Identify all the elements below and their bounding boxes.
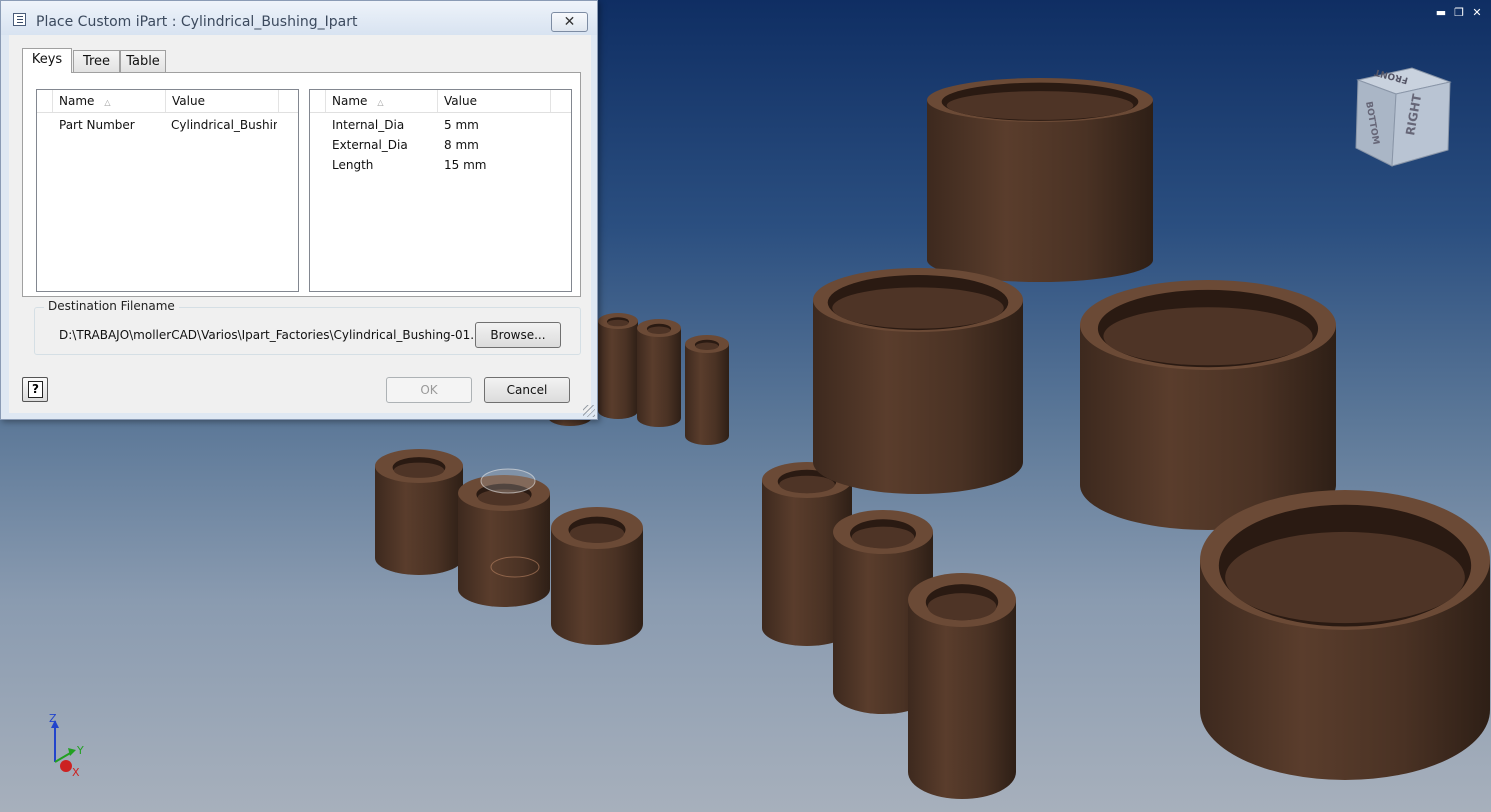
close-viewport-icon[interactable]: ✕ (1471, 6, 1483, 19)
resize-grip[interactable] (583, 405, 595, 417)
keys-row-name[interactable]: Part Number (59, 116, 164, 134)
keys-name-column-header[interactable]: Name △ (53, 90, 166, 112)
keys-list[interactable]: Name △ Value Part Number Cylindrical_Bush… (36, 89, 299, 292)
tab-keys[interactable]: Keys (22, 48, 72, 73)
bushing-part[interactable] (598, 313, 638, 419)
dialog-title: Place Custom iPart : Cylindrical_Bushing… (36, 14, 358, 30)
help-icon: ? (28, 381, 43, 398)
triad-z-label: Z (49, 712, 57, 725)
bushing-part[interactable] (375, 449, 463, 575)
values-row-value[interactable]: 15 mm (444, 156, 544, 174)
bushing-part[interactable] (551, 507, 643, 645)
tab-tree[interactable]: Tree (73, 50, 120, 72)
sort-ascending-icon: △ (377, 98, 384, 107)
values-row-name[interactable]: Internal_Dia (332, 116, 432, 134)
destination-path-field[interactable]: D:\TRABAJO\mollerCAD\Varios\Ipart_Factor… (59, 328, 477, 342)
values-row-value[interactable]: 8 mm (444, 136, 544, 154)
axis-triad: Z Y X (49, 712, 84, 779)
ipart-table-icon (13, 13, 26, 26)
bushing-part[interactable] (1200, 490, 1490, 780)
destination-filename-group: Destination Filename D:\TRABAJO\mollerCA… (22, 299, 581, 355)
help-button[interactable]: ? (22, 377, 48, 402)
browse-button[interactable]: Browse... (475, 322, 561, 348)
values-list-header: Name △ Value (310, 90, 571, 113)
destination-filename-label: Destination Filename (44, 299, 179, 313)
bushing-part[interactable] (637, 319, 681, 427)
values-row-name[interactable]: External_Dia (332, 136, 432, 154)
bushing-part[interactable] (1080, 280, 1336, 530)
viewcube[interactable]: FRONT RIGHT BOTTOM (1352, 66, 1456, 170)
triad-x-label: X (72, 766, 80, 779)
ipart-preview-ghost (480, 468, 536, 494)
bushing-part[interactable] (685, 335, 729, 445)
values-row-name[interactable]: Length (332, 156, 432, 174)
keys-value-column-header[interactable]: Value (166, 90, 279, 112)
bushing-part[interactable] (908, 573, 1016, 799)
values-value-column-header[interactable]: Value (438, 90, 551, 112)
minimize-icon[interactable]: ▬ (1435, 6, 1447, 19)
triad-y-label: Y (76, 744, 84, 757)
values-name-column-header[interactable]: Name △ (326, 90, 438, 112)
bushing-part[interactable] (927, 78, 1153, 282)
tab-table[interactable]: Table (120, 50, 166, 72)
bushing-part[interactable] (813, 268, 1023, 494)
cancel-button[interactable]: Cancel (484, 377, 570, 403)
values-row-value[interactable]: 5 mm (444, 116, 544, 134)
bushing-part[interactable] (458, 475, 550, 607)
values-list[interactable]: Name △ Value Internal_Dia 5 mm External_D… (309, 89, 572, 292)
keys-row-value[interactable]: Cylindrical_Bushing (171, 116, 277, 134)
ok-button[interactable]: OK (386, 377, 472, 403)
viewport-window-controls: ▬ ❐ ✕ (1435, 6, 1483, 19)
sort-ascending-icon: △ (104, 98, 111, 107)
place-custom-ipart-dialog: Place Custom iPart : Cylindrical_Bushing… (0, 0, 598, 420)
close-button[interactable]: ✕ (551, 12, 588, 32)
dialog-client-area: Keys Tree Table Name △ Value Part Number … (9, 35, 591, 413)
keys-tab-panel: Name △ Value Part Number Cylindrical_Bush… (22, 72, 581, 297)
restore-icon[interactable]: ❐ (1453, 6, 1465, 19)
keys-list-header: Name △ Value (37, 90, 298, 113)
dialog-titlebar[interactable]: Place Custom iPart : Cylindrical_Bushing… (1, 1, 597, 35)
